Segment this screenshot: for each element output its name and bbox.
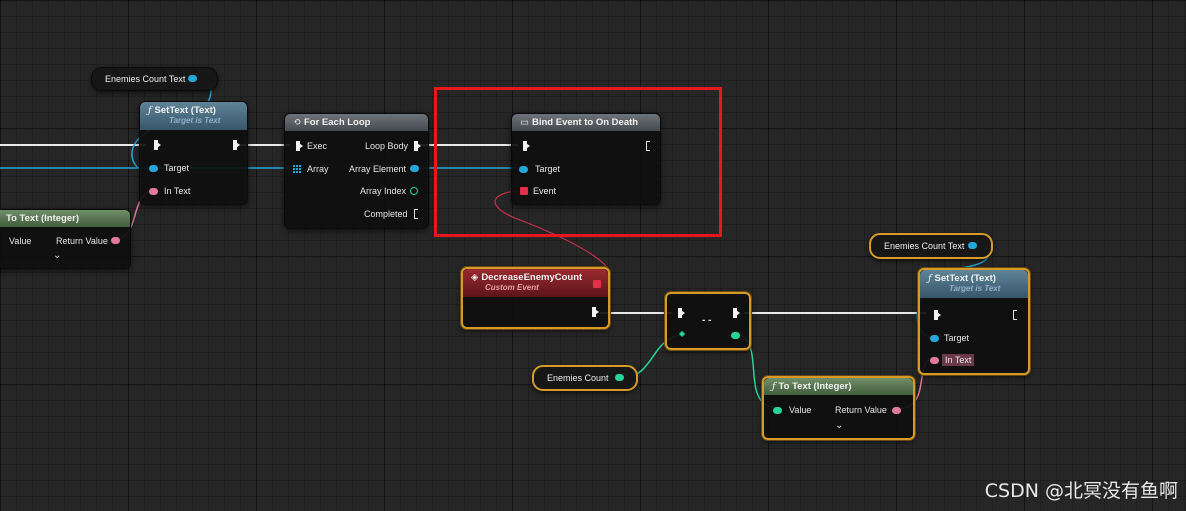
return-value-pin[interactable] [111, 237, 120, 244]
exec-input-pin[interactable] [154, 140, 161, 150]
function-icon: ƒ [148, 105, 152, 116]
decrease-enemy-count-event-node[interactable]: ◈ DecreaseEnemyCount Custom Event [461, 267, 610, 329]
target-pin-label: Target [164, 163, 190, 173]
highlight-box [434, 87, 722, 237]
return-value-pin[interactable] [892, 407, 901, 414]
chevron-down-icon[interactable]: ⌄ [53, 250, 61, 261]
node-title: To Text (Integer) [6, 213, 80, 224]
node-title: For Each Loop [303, 117, 371, 128]
totext-node-right[interactable]: ƒ To Text (Integer) Value Return Value ⌄ [762, 376, 915, 440]
return-value-pin-label: Return Value [56, 236, 108, 246]
node-subtitle: Target is Text [949, 284, 1001, 293]
int-output-pin[interactable] [615, 374, 624, 381]
object-output-pin[interactable] [968, 242, 977, 249]
variable-label: Enemies Count Text [884, 241, 965, 251]
settext-node-left[interactable]: ƒ SetText (Text) Target is Text Target In… [139, 101, 248, 205]
node-title: SetText (Text) [154, 105, 216, 116]
node-header: ƒ SetText (Text) Target is Text [920, 270, 1028, 298]
target-pin[interactable] [149, 165, 158, 172]
node-header: ƒ SetText (Text) Target is Text [140, 102, 247, 130]
exec-output-pin[interactable] [733, 308, 740, 318]
enemies-count-variable[interactable]: Enemies Count [532, 365, 638, 391]
in-text-pin[interactable] [930, 357, 939, 364]
loop-body-pin[interactable] [414, 141, 421, 151]
for-each-loop-node[interactable]: ⟲ For Each Loop Exec Loop Body Array Arra… [284, 113, 429, 229]
array-grid-icon[interactable] [293, 165, 302, 174]
variable-label: Enemies Count [547, 373, 609, 383]
value-pin-label: Value [789, 405, 812, 415]
exec-input-pin[interactable] [296, 141, 303, 151]
array-index-pin[interactable] [410, 187, 418, 195]
enemies-count-text-variable-left[interactable]: Enemies Count Text [91, 67, 218, 91]
target-pin[interactable] [930, 335, 939, 342]
watermark: CSDN @北冥没有鱼啊 [984, 480, 1178, 502]
node-header: ƒ To Text (Integer) [764, 378, 913, 395]
in-text-pin[interactable] [149, 188, 158, 195]
exec-pin-label: Exec [307, 141, 328, 151]
event-diamond-icon: ◈ [471, 272, 479, 283]
value-pin-label: Value [9, 236, 32, 246]
settext-node-right[interactable]: ƒ SetText (Text) Target is Text Target In… [918, 268, 1030, 375]
array-pin-label: Array [307, 164, 329, 174]
array-element-pin[interactable] [410, 165, 419, 172]
value-pin[interactable] [773, 407, 782, 414]
loop-body-pin-label: Loop Body [365, 141, 409, 151]
array-index-pin-label: Array Index [360, 186, 407, 196]
node-title: SetText (Text) [934, 273, 996, 284]
completed-pin[interactable] [414, 209, 421, 219]
exec-input-pin[interactable] [678, 308, 685, 318]
exec-input-pin[interactable] [934, 310, 941, 320]
exec-output-pin[interactable] [233, 140, 240, 150]
return-value-pin-label: Return Value [835, 405, 887, 415]
enemies-count-text-variable-right[interactable]: Enemies Count Text [869, 233, 993, 259]
completed-pin-label: Completed [364, 209, 408, 219]
int-output-pin[interactable] [731, 332, 740, 339]
decrement-node[interactable]: - - ◆ [665, 292, 751, 350]
object-output-pin[interactable] [188, 75, 197, 82]
node-header: To Text (Integer) [0, 210, 130, 227]
node-header: ◈ DecreaseEnemyCount Custom Event [463, 269, 608, 297]
node-header: ⟲ For Each Loop [285, 114, 428, 131]
totext-node-left[interactable]: To Text (Integer) Value Return Value ⌄ [0, 209, 131, 269]
exec-output-pin[interactable] [592, 307, 599, 317]
variable-label: Enemies Count Text [105, 74, 186, 84]
node-title: DecreaseEnemyCount [481, 272, 583, 283]
node-subtitle: Target is Text [169, 116, 221, 125]
array-element-pin-label: Array Element [349, 164, 407, 174]
delegate-output-pin[interactable] [593, 280, 601, 288]
in-text-pin-label: In Text [942, 354, 975, 366]
function-icon: ƒ [928, 273, 932, 284]
target-pin-label: Target [944, 333, 970, 343]
chevron-down-icon[interactable]: ⌄ [835, 420, 843, 431]
in-text-pin-label: In Text [164, 186, 191, 196]
node-subtitle: Custom Event [485, 283, 539, 292]
exec-output-pin[interactable] [1013, 310, 1020, 320]
decrement-operator-label: - - [702, 315, 712, 326]
loop-icon: ⟲ [293, 117, 301, 128]
node-title: To Text (Integer) [778, 381, 852, 392]
int-input-pin[interactable]: ◆ [679, 329, 685, 338]
function-icon: ƒ [772, 381, 776, 392]
